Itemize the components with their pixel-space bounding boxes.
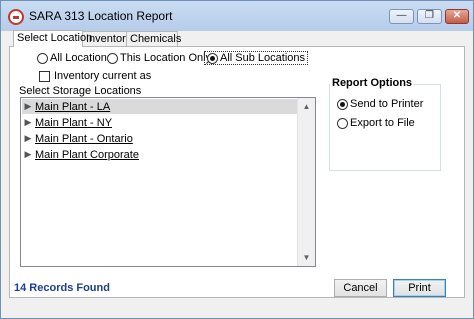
radio-label: All Locations: [50, 52, 113, 64]
cancel-button[interactable]: Cancel: [334, 279, 387, 297]
tab-chemicals[interactable]: Chemicals: [126, 31, 181, 46]
checkbox-box-icon: [39, 70, 50, 82]
arrow-up-icon[interactable]: ▲: [298, 98, 315, 115]
tree-item-main-plant-corporate[interactable]: ▶ Main Plant Corporate: [22, 147, 139, 162]
chevron-right-icon[interactable]: ▶: [22, 117, 34, 128]
storage-location-tree[interactable]: ▶ Main Plant - LA ▶ Main Plant - NY ▶ Ma…: [20, 97, 316, 267]
tree-item-label: Main Plant Corporate: [35, 148, 139, 161]
records-found-status: 14 Records Found: [14, 282, 110, 294]
print-button[interactable]: Print: [393, 279, 446, 297]
radio-label: Send to Printer: [350, 98, 424, 110]
dialog-client: Select Location Inventory Chemicals All …: [9, 30, 465, 310]
report-options-title: Report Options: [330, 77, 415, 89]
tree-item-main-plant-ontario[interactable]: ▶ Main Plant - Ontario: [22, 131, 133, 146]
checkbox-label: Inventory current as: [54, 70, 152, 82]
tree-item-label: Main Plant - LA: [35, 100, 111, 113]
restore-button[interactable]: ❐: [417, 9, 442, 24]
tree-item-main-plant-la[interactable]: ▶ Main Plant - LA: [22, 99, 298, 114]
inventory-current-checkbox[interactable]: Inventory current as: [39, 70, 151, 82]
chevron-right-icon[interactable]: ▶: [22, 133, 34, 144]
storage-locations-label: Select Storage Locations: [19, 85, 142, 97]
radio-all-sub-locations[interactable]: All Sub Locations: [204, 51, 308, 65]
radio-circle-icon: [337, 117, 348, 129]
close-button[interactable]: ✕: [445, 9, 469, 24]
radio-this-location-only[interactable]: This Location Only: [107, 52, 211, 64]
tree-item-label: Main Plant - NY: [35, 116, 113, 129]
select-location-panel: All Locations This Location Only All Sub…: [9, 46, 465, 298]
chevron-right-icon[interactable]: ▶: [22, 149, 34, 160]
arrow-down-icon[interactable]: ▼: [298, 249, 315, 266]
tree-item-main-plant-ny[interactable]: ▶ Main Plant - NY: [22, 115, 113, 130]
radio-label: Export to File: [350, 117, 415, 129]
tree-scrollbar[interactable]: ▲ ▼: [297, 98, 315, 266]
report-window: SARA 313 Location Report — ❐ ✕ Select Lo…: [0, 0, 474, 319]
tree-item-label: Main Plant - Ontario: [35, 132, 133, 145]
title-bar[interactable]: SARA 313 Location Report — ❐ ✕: [1, 1, 473, 31]
app-logo-icon: [8, 9, 24, 25]
radio-label: This Location Only: [120, 52, 212, 64]
radio-label: All Sub Locations: [220, 52, 305, 64]
radio-all-locations[interactable]: All Locations: [37, 52, 112, 64]
window-title: SARA 313 Location Report: [29, 9, 173, 23]
radio-selected-icon: [207, 52, 218, 64]
radio-export-to-file[interactable]: Export to File: [337, 117, 415, 129]
radio-selected-icon: [337, 98, 348, 110]
chevron-right-icon[interactable]: ▶: [22, 101, 34, 112]
minimize-button[interactable]: —: [389, 9, 414, 24]
radio-circle-icon: [37, 52, 48, 64]
tab-select-location[interactable]: Select Location: [13, 30, 92, 47]
radio-send-to-printer[interactable]: Send to Printer: [337, 98, 423, 110]
radio-circle-icon: [107, 52, 118, 64]
